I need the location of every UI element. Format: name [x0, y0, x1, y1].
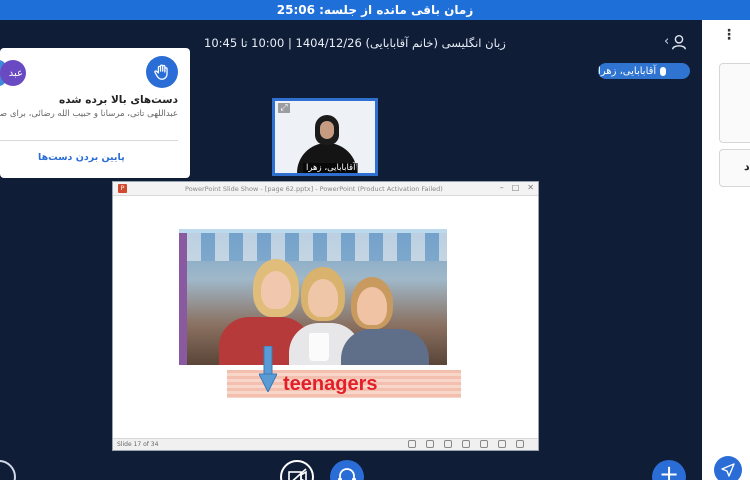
- photo-edge-strip: [179, 233, 187, 365]
- options-button[interactable]: [0, 460, 16, 480]
- slide-counter: Slide 17 of 34: [117, 441, 159, 448]
- slide-photo: [179, 233, 447, 365]
- close-icon[interactable]: ✕: [527, 183, 534, 192]
- next-slide-icon[interactable]: [444, 440, 452, 448]
- participant-face: [320, 121, 334, 139]
- kebab-menu-icon[interactable]: ⋮: [722, 28, 736, 42]
- microphone-icon: [660, 66, 667, 76]
- reading-view-icon[interactable]: [498, 440, 506, 448]
- girl-2-face: [308, 279, 338, 317]
- ppt-titlebar: P PowerPoint Slide Show - [page 62.pptx]…: [113, 182, 538, 196]
- chevron-left-icon[interactable]: ‹: [664, 34, 669, 49]
- girl-3-body: [341, 329, 429, 365]
- camera-off-icon[interactable]: [280, 460, 314, 480]
- prev-slide-icon[interactable]: [408, 440, 416, 448]
- ppt-statusbar: Slide 17 of 34: [113, 438, 538, 450]
- headset-icon[interactable]: [330, 460, 364, 480]
- photo-awning: [187, 233, 447, 261]
- talker-name: آقابابایی، زهرا: [598, 65, 657, 77]
- raised-hands-title: دست‌های بالا برده شده: [59, 94, 178, 106]
- slide-word: teenagers: [283, 373, 378, 395]
- powerpoint-icon: P: [118, 184, 127, 193]
- girl-3-face: [357, 287, 387, 325]
- presentation-window: P PowerPoint Slide Show - [page 62.pptx]…: [112, 181, 539, 451]
- avatar-initials: عبد: [8, 67, 23, 79]
- talking-indicator: آقابابایی، زهرا: [598, 63, 690, 79]
- minimize-icon[interactable]: –: [500, 183, 504, 192]
- ppt-window-title: PowerPoint Slide Show - [page 62.pptx] -…: [185, 185, 443, 193]
- participant-video-tile[interactable]: ⤢ آقابابایی، زهرا: [272, 98, 378, 176]
- side-panel-card-letter: د: [744, 160, 750, 173]
- avatar: عبد: [0, 60, 26, 86]
- side-panel-card[interactable]: [719, 63, 750, 143]
- expand-icon[interactable]: ⤢: [278, 103, 290, 113]
- raised-hands-description: عبداللهی تاتی، مرسانا و حبیب الله رضائی،…: [0, 109, 178, 119]
- maximize-icon[interactable]: □: [512, 183, 520, 192]
- plus-icon[interactable]: +: [652, 460, 686, 480]
- lower-hands-button[interactable]: پایین بردن دست‌ها: [38, 152, 125, 163]
- menu-icon[interactable]: [426, 440, 434, 448]
- user-icon[interactable]: [670, 33, 688, 51]
- send-icon[interactable]: [714, 456, 742, 480]
- side-panel-card-2[interactable]: د: [719, 149, 750, 187]
- window-controls: – □ ✕: [500, 183, 534, 192]
- girl-1-face: [261, 271, 291, 309]
- session-timer-bar: زمان باقی مانده از جلسه: 25:06: [0, 0, 750, 20]
- raise-hand-icon: [146, 56, 178, 88]
- sorter-view-icon[interactable]: [480, 440, 488, 448]
- ppt-view-controls: [408, 440, 524, 448]
- drink-cup: [309, 333, 329, 361]
- session-timer-text: زمان باقی مانده از جلسه: 25:06: [276, 3, 474, 17]
- right-side-panel: ⋮ د: [702, 20, 750, 480]
- video-participant-name: آقابابایی، زهرا: [303, 163, 359, 173]
- meeting-title: زبان انگلیسی (خانم آقابابایی) 1404/12/26…: [204, 36, 506, 50]
- down-arrow-icon: [259, 346, 277, 392]
- raised-hands-card: عبد دست‌های بالا برده شده عبداللهی تاتی،…: [0, 48, 190, 178]
- slideshow-view-icon[interactable]: [516, 440, 524, 448]
- normal-view-icon[interactable]: [462, 440, 470, 448]
- divider: [0, 140, 178, 141]
- slide-content: teenagers: [113, 196, 538, 440]
